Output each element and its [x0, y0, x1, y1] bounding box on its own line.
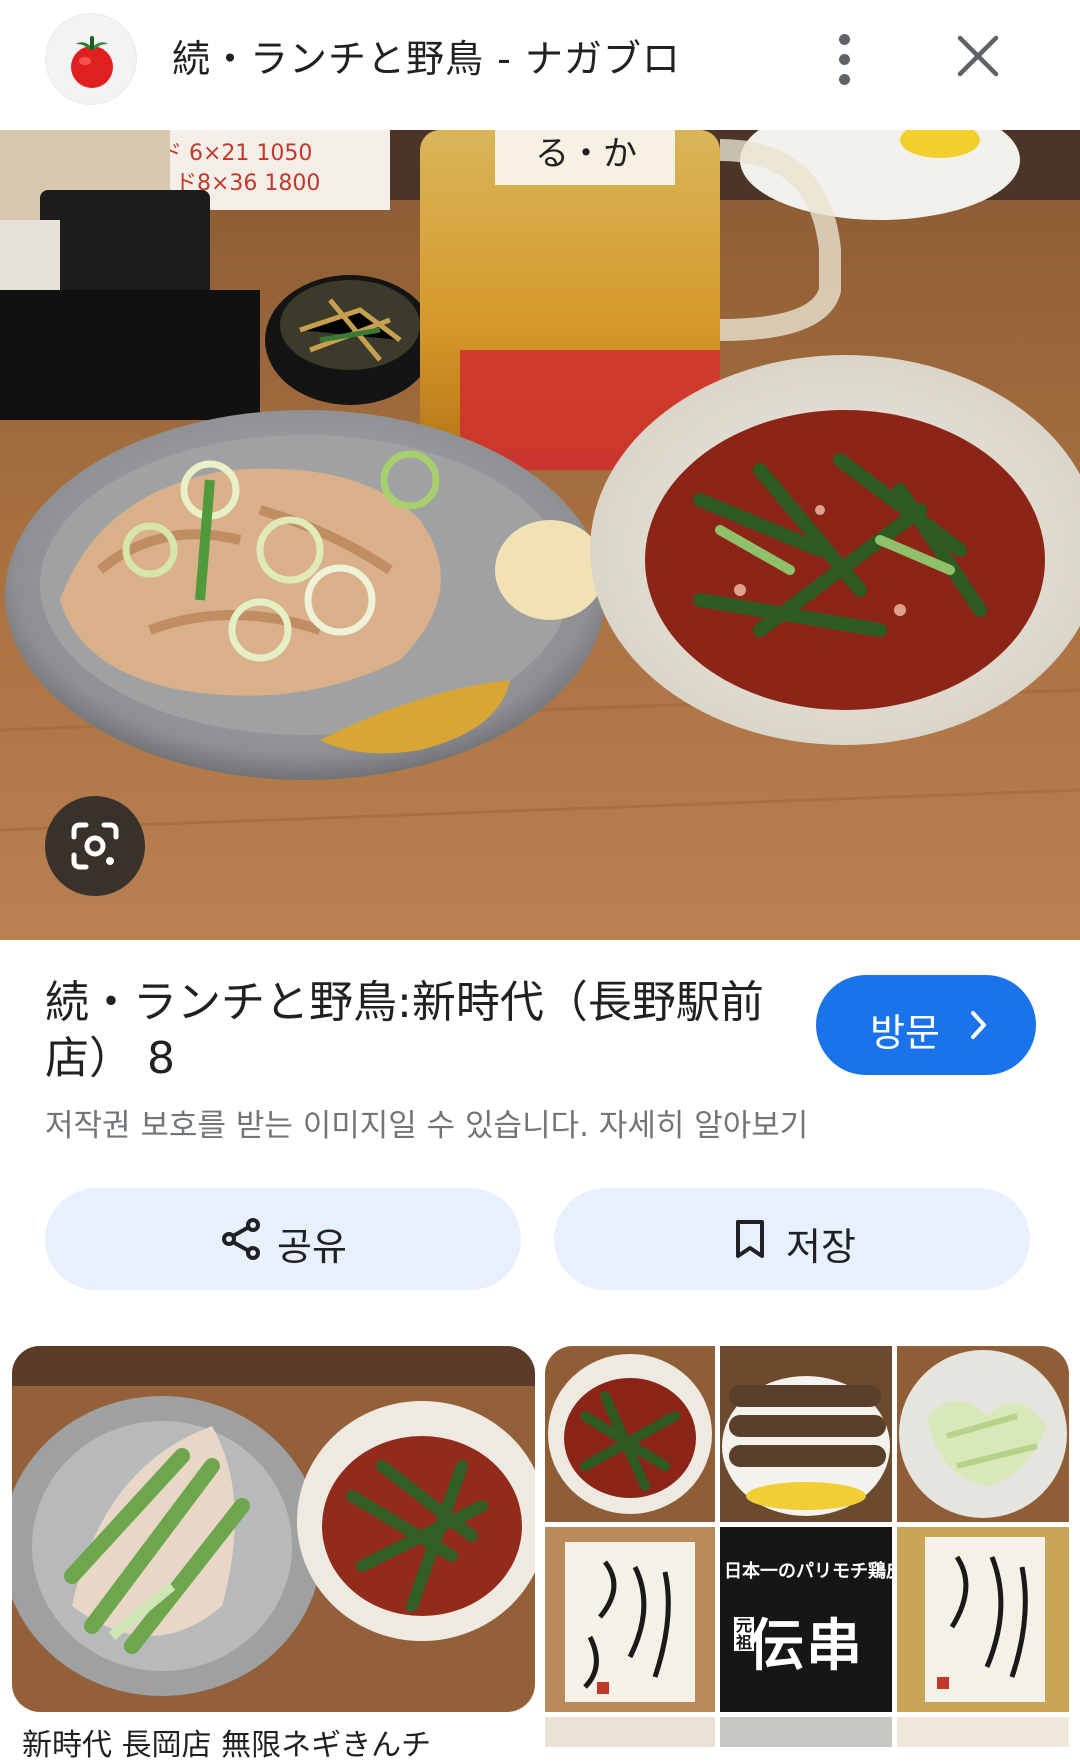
food-photo: ド 6×21 1050 ド8×36 1800 る・か — [0, 130, 1080, 940]
hero-image[interactable]: ド 6×21 1050 ド8×36 1800 る・か — [0, 130, 1080, 940]
copyright-notice[interactable]: 저작권 보호를 받는 이미지일 수 있습니다. 자세히 알아보기 — [45, 1100, 808, 1145]
top-bar: 続・ランチと野鳥 - ナガブロ — [0, 0, 1080, 130]
more-vertical-icon-dot — [839, 54, 850, 65]
related-thumb[interactable] — [720, 1346, 892, 1522]
thumb-banner-big: 伝串 — [748, 1614, 864, 1679]
related-photo — [12, 1346, 535, 1712]
related-thumb[interactable] — [897, 1527, 1069, 1712]
close-button[interactable] — [952, 30, 1004, 82]
close-icon — [957, 35, 999, 77]
svg-text:る・か: る・か — [535, 134, 637, 174]
related-thumb[interactable] — [545, 1527, 715, 1712]
related-thumb[interactable] — [545, 1346, 715, 1522]
more-vertical-icon-dot — [839, 74, 850, 85]
visit-button[interactable]: 방문 — [816, 975, 1036, 1075]
share-button[interactable]: 공유 — [45, 1188, 521, 1290]
save-button[interactable]: 저장 — [554, 1188, 1030, 1290]
image-title[interactable]: 続・ランチと野鳥:新時代（長野駅前店） 8 — [45, 975, 765, 1087]
tomato-icon — [71, 36, 113, 88]
share-icon — [222, 1218, 260, 1260]
thumb-banner-line: 日本一のパリモチ鶏皮串 — [724, 1561, 892, 1582]
related-caption[interactable]: 新時代 長岡店 無限ネギきんチ — [22, 1720, 431, 1764]
more-vertical-icon — [839, 34, 850, 45]
page-title: 続・ランチと野鳥 - ナガブロ — [172, 37, 681, 81]
related-image-main[interactable] — [12, 1346, 535, 1712]
thumb-photo — [720, 1346, 892, 1522]
bookmark-icon — [736, 1220, 764, 1258]
thumb-photo — [545, 1346, 715, 1522]
share-button-label: 공유 — [277, 1225, 347, 1269]
thumb-photo — [897, 1527, 1069, 1712]
thumb-photo — [897, 1346, 1069, 1522]
related-thumb[interactable] — [720, 1717, 892, 1747]
site-logo[interactable] — [45, 13, 137, 105]
related-thumb[interactable] — [545, 1717, 715, 1747]
related-thumb[interactable]: 日本一のパリモチ鶏皮串 元祖 伝串 — [720, 1527, 892, 1712]
more-options-button[interactable] — [816, 24, 872, 94]
chevron-right-icon — [971, 1011, 986, 1039]
lens-button[interactable] — [45, 796, 145, 896]
thumb-photo — [545, 1527, 715, 1712]
svg-text:ド 6×21 1050: ド 6×21 1050 — [160, 141, 312, 166]
related-thumb[interactable] — [897, 1717, 1069, 1747]
visit-button-label: 방문 — [870, 1011, 940, 1055]
save-button-label: 저장 — [786, 1225, 856, 1269]
google-lens-icon — [71, 822, 119, 870]
related-thumb[interactable] — [897, 1346, 1069, 1522]
